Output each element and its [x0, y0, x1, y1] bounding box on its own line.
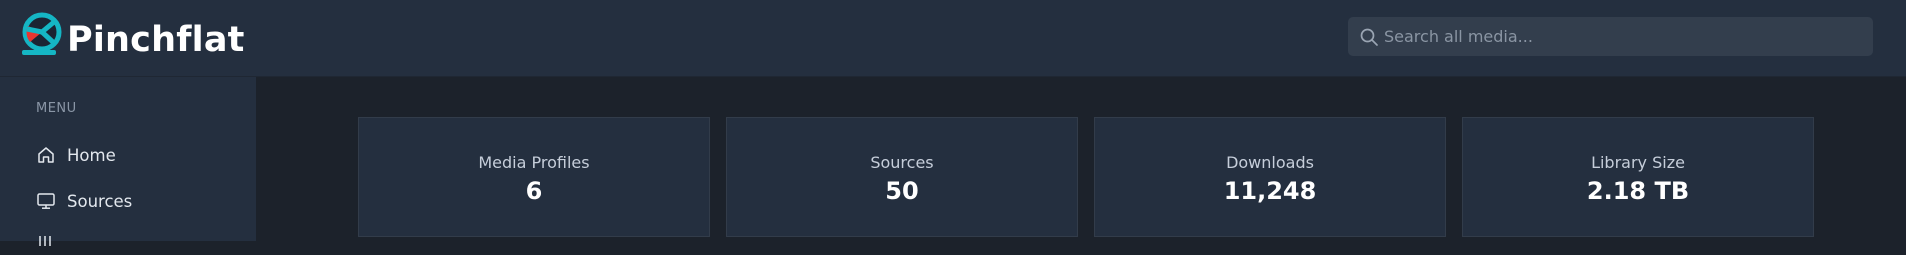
stat-value: 2.18 TB — [1586, 177, 1690, 205]
main-content: Media Profiles 6 Sources 50 Downloads 11… — [256, 77, 1906, 241]
stat-value: 6 — [525, 177, 543, 205]
stat-value: 50 — [885, 177, 919, 205]
list-icon — [39, 236, 51, 246]
sidebar-item-home[interactable]: Home — [36, 142, 236, 168]
monitor-icon — [37, 193, 55, 209]
search-input[interactable] — [1384, 17, 1864, 56]
sidebar: MENU Home Sources — [0, 77, 256, 246]
app-header: Pinchflat — [0, 0, 1906, 77]
home-icon — [38, 147, 54, 163]
stat-label: Downloads — [1226, 153, 1314, 172]
search-bar[interactable] — [1348, 17, 1873, 56]
stat-card-library-size: Library Size 2.18 TB — [1462, 117, 1814, 237]
stat-label: Library Size — [1591, 153, 1685, 172]
sidebar-item-label: Home — [67, 145, 116, 165]
stat-label: Media Profiles — [478, 153, 590, 172]
pinchflat-logo-icon[interactable] — [18, 12, 66, 56]
stat-value: 11,248 — [1223, 177, 1317, 205]
menu-heading: MENU — [36, 101, 77, 116]
app-brand-name[interactable]: Pinchflat — [67, 17, 247, 57]
search-icon — [1360, 28, 1378, 46]
stat-card-media-profiles: Media Profiles 6 — [358, 117, 710, 237]
stat-label: Sources — [870, 153, 934, 172]
sidebar-item-sources[interactable]: Sources — [36, 188, 236, 214]
stat-card-downloads: Downloads 11,248 — [1094, 117, 1446, 237]
stat-card-sources: Sources 50 — [726, 117, 1078, 237]
sidebar-item-label: Sources — [67, 191, 133, 211]
sidebar-item-more[interactable] — [36, 229, 236, 255]
